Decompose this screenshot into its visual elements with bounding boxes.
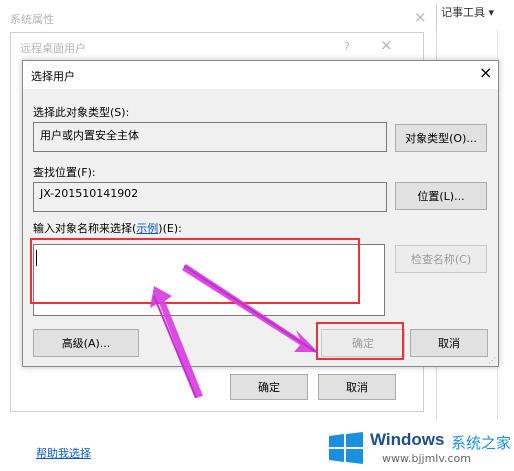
annotation-arrows [150,264,318,399]
windows-logo-icon [329,432,363,464]
watermark-site-cn: 系统之家 [451,434,512,452]
watermark-brand: Windows [370,430,445,449]
arrow-up-left-icon [150,286,203,398]
watermark-url: www.bjjmlv.com [382,452,471,465]
